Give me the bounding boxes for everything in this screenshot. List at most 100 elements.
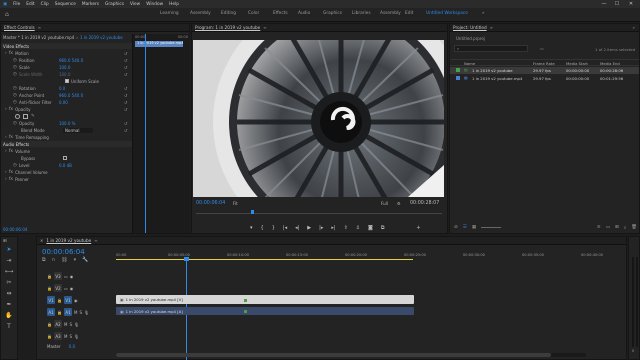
lock-icon[interactable]: ⊘ — [454, 225, 458, 230]
expand-chevron-icon[interactable]: › — [5, 177, 7, 182]
track-label-v2[interactable]: V2 — [53, 284, 62, 292]
prop-position[interactable]: ◷ Position 960.0 540.0 — [1, 57, 132, 63]
source-sequence-label[interactable]: 1 in 2019 v2 youtube — [80, 35, 123, 40]
mute-button[interactable]: M — [74, 310, 77, 315]
panel-more-icon[interactable]: » — [633, 25, 635, 30]
prop-scale-width-value[interactable]: 100.0 — [59, 72, 70, 77]
project-row[interactable]: ▤ 1 in 2019 v2 youtube 29.97 fps 00:00:0… — [450, 67, 639, 74]
razor-tool-icon[interactable]: ✂ — [6, 279, 11, 286]
prop-volume[interactable]: › fx Volume — [1, 148, 132, 154]
settings-icon[interactable]: ⚙ — [397, 201, 401, 206]
prop-channel-volume[interactable]: › fx Channel Volume — [1, 169, 132, 175]
ripple-edit-tool-icon[interactable]: ⟷ — [5, 268, 14, 275]
type-tool-icon[interactable]: T — [7, 323, 11, 330]
scrollbar-thumb[interactable] — [116, 353, 551, 357]
maximize-button[interactable]: ☐ — [611, 0, 623, 8]
master-value[interactable]: 0.0 — [69, 344, 75, 349]
menu-file[interactable]: File — [10, 2, 23, 7]
export-frame-icon[interactable]: ◙ — [368, 225, 373, 231]
reset-icon[interactable]: ↺ — [124, 64, 131, 71]
track-label-v3[interactable]: V3 — [53, 272, 62, 280]
source-patch-a1[interactable]: A1 — [47, 308, 55, 316]
prop-scale-value[interactable]: 100.0 — [59, 65, 70, 70]
quality-dropdown[interactable]: Full — [381, 201, 388, 206]
lock-icon[interactable]: 🔒 — [47, 274, 52, 279]
program-scrub-bar[interactable] — [196, 210, 442, 214]
audio-clip[interactable]: ▣ 1 in 2019 v2 youtube.mp4 [A] — [116, 307, 414, 315]
play-icon[interactable]: ▶ — [307, 225, 311, 231]
reset-icon[interactable]: ↺ — [124, 57, 131, 64]
workspace-edit[interactable]: Edit — [405, 11, 413, 16]
sync-lock-icon[interactable]: ▭ — [64, 274, 68, 279]
menu-edit[interactable]: Edit — [23, 2, 37, 7]
col-frame-rate[interactable]: Frame Rate — [533, 61, 555, 66]
expand-chevron-icon[interactable]: › — [5, 107, 7, 112]
workspace-audio[interactable]: Audio — [298, 11, 310, 16]
lock-icon[interactable]: 🔒 — [47, 286, 52, 291]
uniform-scale-checkbox[interactable] — [65, 79, 69, 83]
go-to-in-icon[interactable]: |◂ — [283, 225, 287, 231]
menu-icon[interactable]: ≡ — [263, 25, 266, 30]
tab-effect-controls[interactable]: Effect Controls — [1, 25, 38, 30]
stopwatch-icon[interactable]: ◷ — [13, 65, 17, 70]
video-clip[interactable]: ▣ 1 in 2019 v2 youtube.mp4 [V] — [116, 295, 414, 304]
prop-level-value[interactable]: 0.0 dB — [59, 163, 72, 168]
reset-icon[interactable]: ↺ — [124, 50, 131, 57]
reset-icon[interactable]: ↺ — [124, 106, 131, 113]
stopwatch-icon[interactable]: ◷ — [13, 121, 17, 126]
search-bin-icon[interactable]: ⌕ — [624, 225, 627, 231]
prop-opacity-group[interactable]: › fx Opacity — [1, 106, 132, 112]
reset-icon[interactable]: ↺ — [124, 85, 131, 92]
workspace-libraries[interactable]: Libraries — [352, 11, 371, 16]
fit-dropdown[interactable]: Fit — [233, 201, 238, 206]
mic-icon[interactable]: 🎙 — [74, 322, 79, 327]
mic-icon[interactable]: 🎙 — [84, 310, 89, 315]
lift-icon[interactable]: ⇪ — [344, 225, 348, 231]
reset-icon[interactable]: ↺ — [124, 99, 131, 106]
lock-icon[interactable]: 🔒 — [47, 322, 52, 327]
stopwatch-icon[interactable]: ◷ — [13, 86, 17, 91]
home-icon[interactable]: ⌂ — [5, 11, 9, 18]
workspace-assembly-2[interactable]: Assembly — [380, 11, 401, 16]
tab-project[interactable]: Project: Untitled — [450, 25, 490, 30]
menu-icon[interactable]: ≡ — [38, 25, 41, 30]
reset-icon[interactable]: ↺ — [124, 127, 131, 134]
ec-timecode[interactable]: 00:00:06:04 — [3, 227, 27, 232]
ec-playhead[interactable] — [145, 34, 146, 233]
track-label-a3[interactable]: A3 — [53, 332, 62, 340]
lock-icon[interactable]: 🔒 — [57, 310, 62, 315]
track-select-tool-icon[interactable]: ⇥ — [6, 257, 11, 264]
linked-selection-icon[interactable]: ⛓ — [61, 257, 67, 263]
prop-level[interactable]: ◷ Level 0.0 dB — [1, 162, 132, 168]
add-marker-icon[interactable]: ▾ — [74, 257, 77, 263]
eye-icon[interactable]: ◉ — [74, 298, 78, 303]
zoom-slider[interactable] — [481, 227, 502, 228]
mute-button[interactable]: M — [64, 334, 67, 339]
slip-tool-icon[interactable]: ⇹ — [6, 290, 11, 297]
new-item-icon[interactable]: ⊞ — [615, 225, 619, 230]
playhead-head[interactable] — [184, 257, 189, 261]
track-label-a2[interactable]: A2 — [53, 320, 62, 328]
prop-opacity[interactable]: ◷ Opacity 100.0 % — [1, 120, 132, 126]
stopwatch-icon[interactable]: ◷ — [13, 100, 17, 105]
add-button[interactable]: + — [416, 225, 420, 231]
solo-button[interactable]: S — [69, 334, 72, 339]
step-forward-icon[interactable]: |▸ — [319, 225, 323, 231]
solo-button[interactable]: S — [69, 322, 72, 327]
mark-out-icon[interactable]: } — [272, 225, 275, 231]
snap-icon[interactable]: ∩ — [52, 257, 56, 263]
workspace-graphics[interactable]: Graphics — [323, 11, 342, 16]
prop-position-value[interactable]: 960.0 540.0 — [59, 58, 83, 63]
step-back-icon[interactable]: ◂| — [295, 225, 299, 231]
minimize-button[interactable]: — — [598, 0, 610, 8]
reset-icon[interactable]: ↺ — [124, 71, 131, 78]
rect-mask-icon[interactable] — [23, 113, 28, 119]
stopwatch-icon[interactable]: ◷ — [13, 93, 17, 98]
sort-icon[interactable]: ≡ — [597, 225, 601, 230]
tab-sequence[interactable]: 1 in 2019 v2 youtube — [43, 238, 94, 243]
ec-mini-clip[interactable]: 1 in 2019 v2 youtube.mp4 — [135, 41, 183, 47]
delete-icon[interactable]: 🗑 — [631, 225, 637, 230]
project-search-input[interactable]: ⌕ — [454, 45, 528, 52]
expand-chevron-icon[interactable]: › — [5, 135, 7, 140]
label-color-swatch[interactable] — [456, 68, 460, 72]
